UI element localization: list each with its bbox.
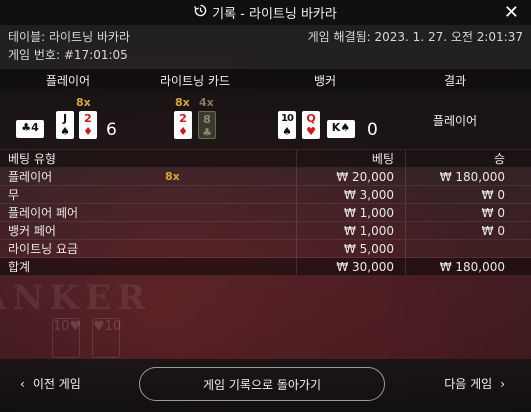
card-suit: ♠ — [340, 121, 351, 134]
bet-amount: ₩ 1,000 — [343, 206, 394, 220]
banker-side-card: K♠ — [327, 120, 355, 138]
previous-game-label[interactable]: 이전 게임 — [33, 377, 81, 391]
bet-amount: ₩ 1,000 — [343, 224, 394, 238]
header-bet-type: 베팅 유형 — [8, 152, 56, 166]
table-row: 라이트닝 요금 ₩ 5,000 — [0, 240, 531, 258]
total-win: ₩ 180,000 — [439, 260, 505, 274]
next-game-label[interactable]: 다음 게임 — [444, 377, 492, 391]
back-to-history-button[interactable]: 게임 기록으로 돌아가기 — [139, 367, 385, 401]
table-row: 플레이어 8x ₩ 20,000 ₩ 180,000 — [0, 168, 531, 186]
table-row: 뱅커 페어 ₩ 1,000 ₩ 0 — [0, 222, 531, 240]
banker-score: 0 — [367, 120, 378, 140]
game-info: 테이블: 라이트닝 바카라 게임 해결됨: 2023. 1. 27. 오전 2:… — [8, 28, 523, 64]
win-amount: ₩ 0 — [481, 224, 505, 238]
column-divider — [296, 186, 297, 203]
card-rank: 2 — [84, 112, 92, 125]
card-suit: ♣ — [21, 121, 32, 134]
card-suit: ♦ — [83, 125, 93, 138]
table-row: 플레이어 페어 ₩ 1,000 ₩ 0 — [0, 204, 531, 222]
column-banker: 뱅커 — [313, 74, 337, 88]
column-divider — [296, 204, 297, 221]
total-row: 합계 ₩ 30,000 ₩ 180,000 — [0, 258, 531, 276]
bet-type: 뱅커 페어 — [8, 224, 56, 238]
card-rank: Q — [306, 112, 316, 125]
bets-header-row: 베팅 유형 베팅 승 — [0, 150, 531, 168]
lightning-card-1: 2 ♦ — [174, 111, 192, 139]
table-label: 테이블: 라이트닝 바카라 — [8, 30, 131, 44]
win-amount: ₩ 0 — [481, 206, 505, 220]
history-icon — [194, 4, 207, 21]
column-divider — [296, 240, 297, 257]
header-bet: 베팅 — [371, 152, 394, 166]
background-table-art: ANKER — [0, 278, 152, 318]
bet-type: 플레이어 — [8, 170, 53, 184]
total-label: 합계 — [8, 260, 31, 274]
card-rank: 2 — [179, 112, 187, 125]
close-icon[interactable]: ✕ — [504, 2, 519, 23]
lightning-multiplier-2: 4x — [199, 96, 214, 109]
column-divider — [405, 222, 406, 239]
bet-amount: ₩ 5,000 — [343, 242, 394, 256]
background-card-art: ♥10 — [92, 318, 121, 358]
card-rank: 4 — [31, 121, 39, 134]
header-win: 승 — [493, 152, 505, 166]
column-divider — [296, 150, 297, 167]
game-number: 게임 번호: #17:01:05 — [8, 48, 128, 62]
card-suit: ♠ — [282, 125, 292, 138]
win-amount: ₩ 180,000 — [439, 170, 505, 184]
win-amount: ₩ 0 — [481, 188, 505, 202]
card-suit: ♥ — [306, 125, 316, 138]
lightning-multiplier-1: 8x — [175, 96, 190, 109]
lightning-card-2: 8 ♣ — [198, 111, 216, 139]
column-divider — [405, 186, 406, 203]
player-card-1: J ♠ — [56, 111, 74, 139]
result-winner: 플레이어 — [432, 114, 478, 128]
window-title: 기록 - 라이트닝 바카라 — [212, 7, 337, 22]
bet-type: 플레이어 페어 — [8, 206, 79, 220]
title-bar: 기록 - 라이트닝 바카라 ✕ — [0, 0, 531, 25]
table-row: 무 ₩ 3,000 ₩ 0 — [0, 186, 531, 204]
column-divider — [405, 150, 406, 167]
chevron-right-icon[interactable]: › — [500, 377, 505, 391]
player-score: 6 — [106, 120, 117, 140]
next-game-button[interactable]: 다음 게임 › — [444, 375, 513, 392]
column-divider — [296, 222, 297, 239]
column-divider — [405, 204, 406, 221]
settled-time: 게임 해결됨: 2023. 1. 27. 오전 2:01:37 — [307, 30, 523, 44]
banker-card-1: 10 ♠ — [278, 111, 296, 139]
player-multiplier: 8x — [76, 96, 91, 109]
card-suit: ♦ — [178, 125, 188, 138]
card-suit: ♣ — [202, 126, 212, 139]
player-side-card: ♣4 — [16, 120, 44, 138]
bet-amount: ₩ 20,000 — [336, 170, 394, 184]
background-card-art: 10♥ — [52, 318, 81, 358]
card-suit: ♠ — [60, 125, 70, 138]
player-card-2: 2 ♦ — [79, 111, 97, 139]
card-rank: 10 — [281, 113, 294, 124]
bet-amount: ₩ 3,000 — [343, 188, 394, 202]
card-rank: J — [62, 112, 68, 125]
previous-game-button[interactable]: ‹ 이전 게임 — [12, 375, 81, 392]
bets-table: 베팅 유형 베팅 승 플레이어 8x ₩ 20,000 ₩ 180,000 무 … — [0, 150, 531, 276]
chevron-left-icon[interactable]: ‹ — [20, 377, 25, 391]
column-divider — [405, 240, 406, 257]
total-bet: ₩ 30,000 — [336, 260, 394, 274]
bet-type: 라이트닝 요금 — [8, 242, 79, 256]
column-divider — [405, 168, 406, 185]
back-to-history-label[interactable]: 게임 기록으로 돌아가기 — [203, 376, 321, 393]
column-divider — [296, 168, 297, 185]
close-button[interactable]: ✕ — [504, 2, 519, 23]
column-player: 플레이어 — [45, 74, 91, 88]
card-rank: 8 — [203, 113, 211, 126]
bet-multiplier: 8x — [165, 170, 180, 183]
banker-card-2: Q ♥ — [302, 111, 320, 139]
column-divider — [405, 258, 406, 275]
result-columns-header: 플레이어 라이트닝 카드 뱅커 결과 — [0, 69, 531, 89]
bet-type: 무 — [8, 188, 20, 202]
column-lightning-cards: 라이트닝 카드 — [159, 74, 231, 88]
column-result: 결과 — [443, 74, 467, 88]
footer-nav: ‹ 이전 게임 게임 기록으로 돌아가기 다음 게임 › — [0, 359, 531, 412]
column-divider — [296, 258, 297, 275]
